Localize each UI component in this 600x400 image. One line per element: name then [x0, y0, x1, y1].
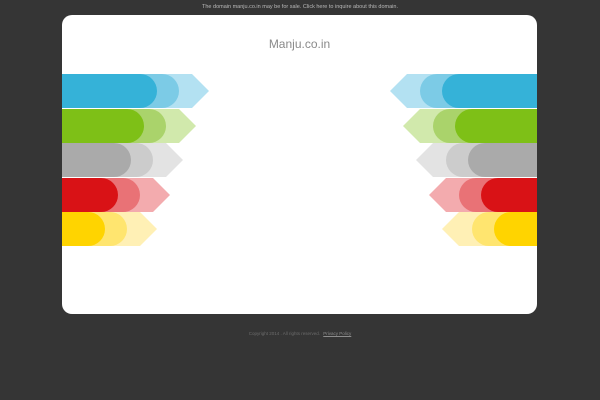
right-arrow-band-red — [429, 177, 537, 212]
parked-domain-card: Manju.co.in — [62, 15, 537, 314]
copyright-text: Copyright 2014 . All rights reserved. — [248, 331, 320, 336]
decorative-arrow-bands — [62, 15, 537, 314]
right-arrow-band-green — [403, 108, 537, 143]
sale-notice-link[interactable]: The domain manju.co.in may be for sale. … — [0, 4, 600, 10]
footer: Copyright 2014 . All rights reserved. Pr… — [0, 331, 600, 336]
left-arrow-band-gray — [62, 143, 183, 177]
right-arrow-band-blue — [390, 74, 537, 108]
right-arrow-band-gray — [416, 143, 537, 177]
privacy-policy-link[interactable]: Privacy Policy — [323, 331, 351, 336]
left-arrow-band-blue — [62, 74, 209, 108]
left-arrow-band-yellow — [62, 212, 157, 246]
left-arrow-band-red — [62, 177, 170, 212]
right-arrow-band-yellow — [442, 212, 537, 246]
left-arrow-band-green — [62, 108, 196, 143]
